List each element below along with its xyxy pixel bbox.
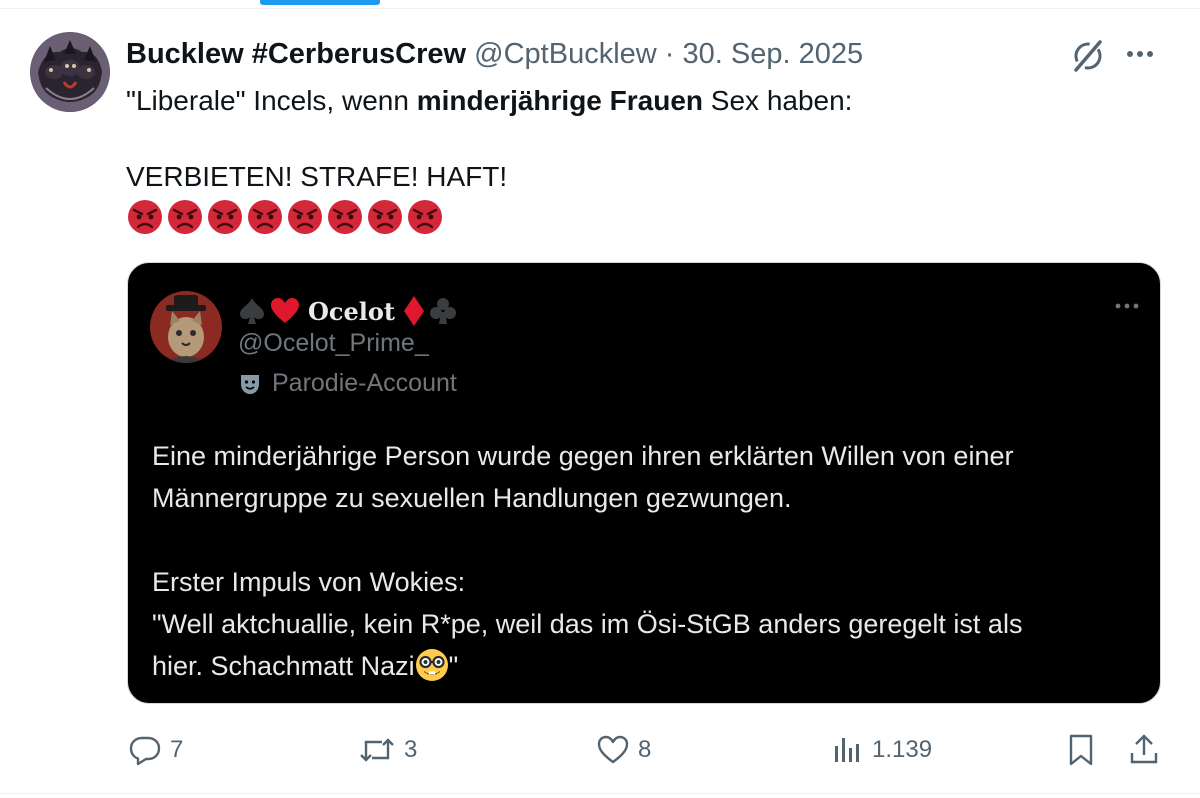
diamond-icon	[404, 296, 424, 326]
angry-emoji-row	[126, 198, 852, 236]
quoted-body-line: Erster Impuls von Wokies:	[152, 567, 466, 597]
tweet-text: "Liberale" Incels, wenn minderjährige Fr…	[126, 82, 852, 236]
author-display-name[interactable]: Bucklew #CerberusCrew	[126, 38, 466, 70]
angry-face-icon	[208, 200, 242, 234]
heart-like-icon	[597, 735, 629, 764]
quoted-body-line: hier. Schachmatt Nazi "	[152, 645, 1152, 687]
author-handle[interactable]: @CptBucklew	[474, 38, 657, 70]
share-icon	[1130, 734, 1158, 764]
angry-face-icon	[328, 200, 362, 234]
quoted-display-name[interactable]: Ocelot	[308, 297, 395, 326]
theater-masks-icon	[241, 374, 259, 394]
cerberus-avatar-icon	[30, 32, 110, 112]
angry-face-icon	[128, 200, 162, 234]
more-options-icon[interactable]	[1122, 36, 1158, 72]
heart-icon	[271, 298, 299, 323]
quoted-author-avatar[interactable]	[150, 291, 222, 363]
repost-button[interactable]: 3	[358, 726, 417, 774]
header-separator: ·	[664, 38, 675, 70]
angry-face-icon	[168, 200, 202, 234]
quoted-tweet-card[interactable]: Ocelot @Ocelot_Prime_ Parodie-Account Ei…	[127, 262, 1161, 704]
top-divider	[0, 8, 1200, 9]
angry-face-icon	[368, 200, 402, 234]
nerd-face-emoji-icon	[415, 649, 448, 681]
quoted-more-icon[interactable]	[1112, 299, 1142, 313]
quoted-body-line: "Well aktchuallie, kein R*pe, weil das i…	[152, 609, 1023, 639]
angry-face-icon	[288, 200, 322, 234]
bottom-divider	[0, 793, 1200, 794]
repost-icon	[360, 738, 394, 762]
tweet-text-line-1: "Liberale" Incels, wenn minderjährige Fr…	[126, 85, 853, 116]
reply-count: 7	[170, 736, 184, 763]
like-count: 8	[638, 736, 652, 763]
spade-icon	[240, 298, 264, 324]
angry-face-icon	[248, 200, 282, 234]
active-tab-indicator	[260, 0, 380, 5]
tweet-header: Bucklew #CerberusCrew @CptBucklew · 30. …	[126, 36, 863, 72]
tweet-date[interactable]: 30. Sep. 2025	[683, 38, 864, 70]
views-button[interactable]: 1.139	[830, 726, 932, 774]
quoted-handle[interactable]: @Ocelot_Prime_	[238, 329, 429, 358]
bookmark-icon	[1069, 734, 1093, 766]
tweet-action-bar: 7 3 8 1.139	[0, 726, 1200, 774]
repost-count: 3	[404, 736, 418, 763]
angry-face-icon	[408, 200, 442, 234]
parody-label-text: Parodie-Account	[272, 369, 457, 397]
tweet-text-line-2: VERBIETEN! STRAFE! HAFT!	[126, 161, 508, 192]
quoted-body-line: Eine minderjährige Person wurde gegen ih…	[152, 441, 1014, 471]
quoted-name-row: Ocelot	[238, 291, 457, 331]
reply-button[interactable]: 7	[128, 726, 183, 774]
reply-icon	[129, 736, 161, 766]
like-button[interactable]: 8	[596, 726, 651, 774]
club-icon	[430, 298, 456, 324]
cat-with-hat-avatar-icon	[150, 291, 222, 363]
bookmark-button[interactable]	[1066, 726, 1096, 774]
author-avatar[interactable]	[30, 32, 110, 112]
parody-label: Parodie-Account	[238, 369, 457, 398]
share-button[interactable]	[1128, 726, 1160, 774]
view-count: 1.139	[872, 736, 933, 763]
quoted-body-line: Männergruppe zu sexuellen Handlungen gez…	[152, 483, 792, 513]
analytics-icon	[835, 738, 859, 762]
grok-icon[interactable]	[1068, 36, 1108, 76]
quoted-tweet-body: Eine minderjährige Person wurde gegen ih…	[152, 435, 1152, 687]
